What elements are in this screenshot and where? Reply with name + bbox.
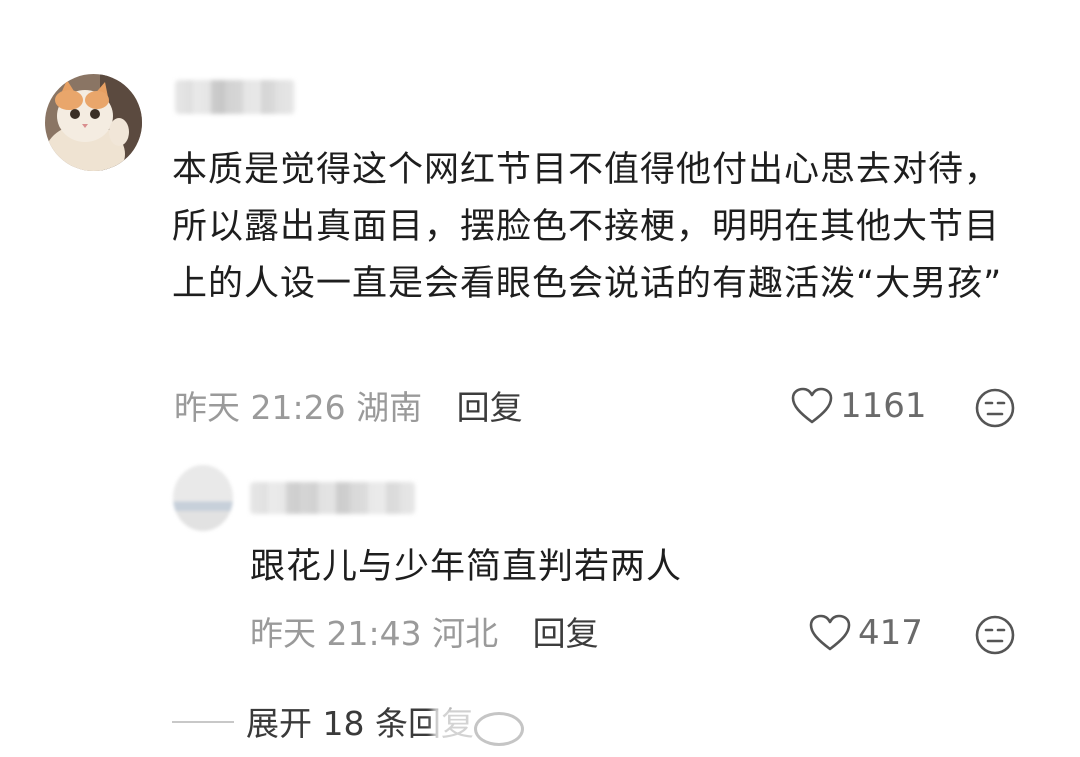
reply-meta: 昨天 21:43 河北 回复 [250,614,599,654]
reply-name-blurred[interactable] [250,482,415,514]
reply-text: 跟花儿与少年简直判若两人 [250,547,683,587]
reply-avatar[interactable] [173,465,233,531]
reply-reply-button[interactable]: 回复 [533,614,599,653]
commenter-name-blurred[interactable] [175,80,295,114]
comment-reply-button[interactable]: 回复 [457,388,523,427]
comment-text: 本质是觉得这个网红节目不值得他付出心思去对待，所以露出真面目，摆脸色不接梗，明明… [172,150,1003,304]
cat-avatar-image [45,74,142,171]
comment-meta: 昨天 21:26 湖南 回复 [174,388,523,428]
expand-divider [172,721,234,723]
comment-time: 昨天 21:26 [174,388,346,427]
neutral-face-icon[interactable] [974,614,1016,656]
reply-location: 河北 [432,614,499,653]
comment-like-button[interactable]: 1161 [790,386,927,426]
heart-icon [809,614,851,651]
reply-time: 昨天 21:43 [250,614,422,653]
commenter-avatar[interactable] [45,74,142,171]
comment-location: 湖南 [356,388,423,427]
watermark-logo-icon [474,712,524,746]
heart-icon [791,387,833,424]
comment-like-count: 1161 [840,386,927,426]
reply-like-button[interactable]: 417 [808,613,923,653]
reply-like-count: 417 [858,613,923,653]
watermark-overlay [432,706,632,746]
neutral-face-icon[interactable] [974,387,1016,429]
